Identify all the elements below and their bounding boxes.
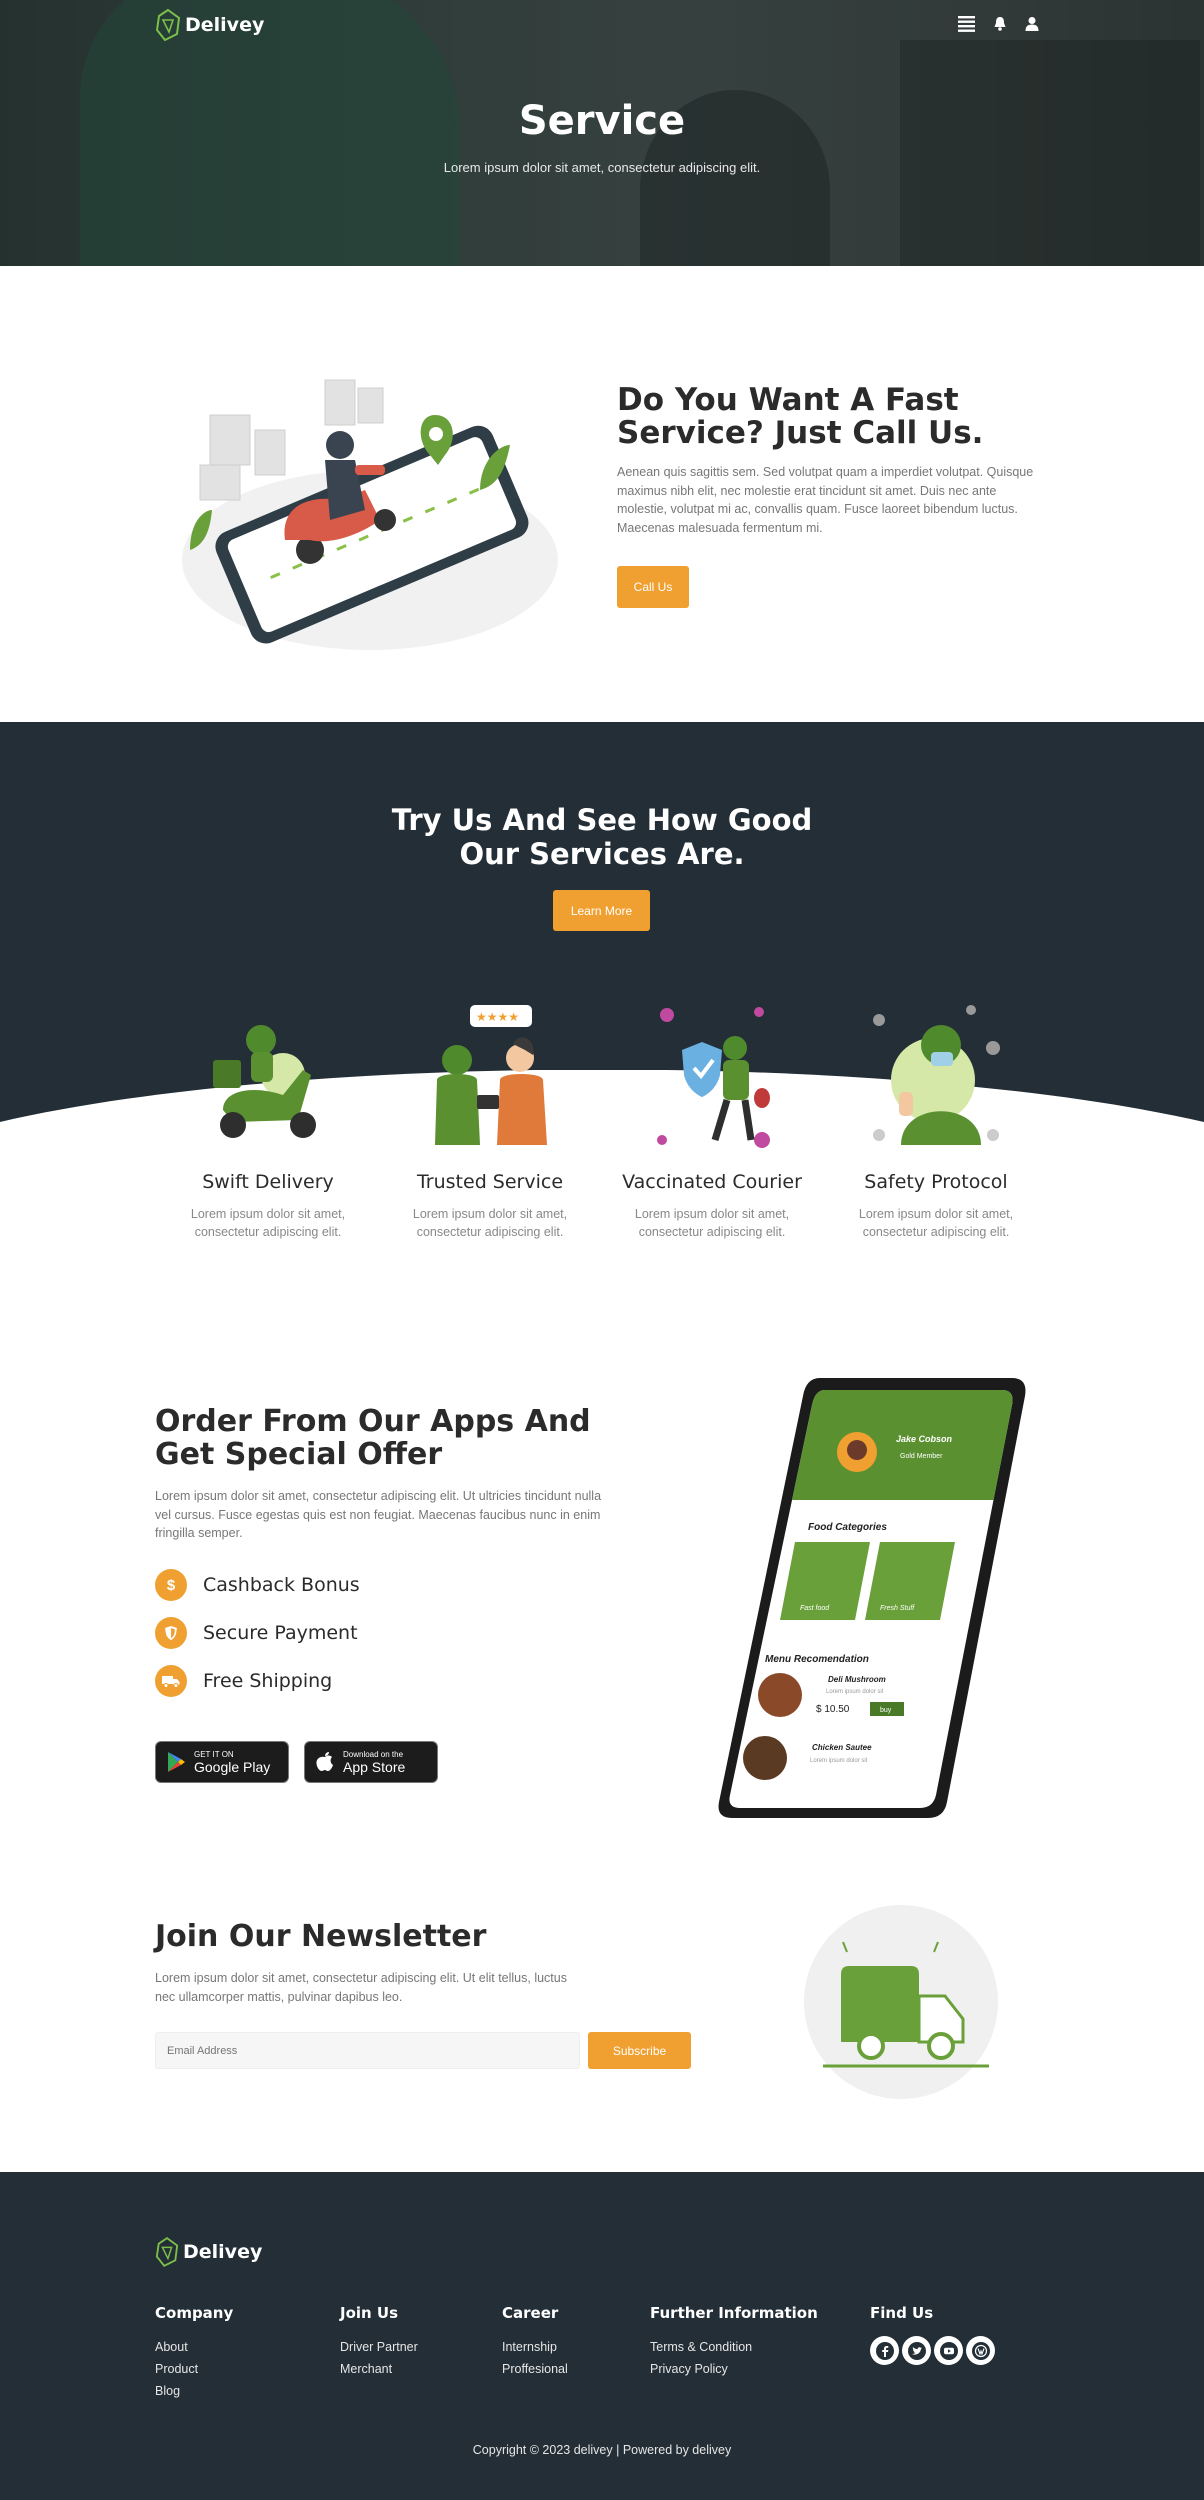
brand-name: Delivey	[185, 14, 265, 36]
google-play-icon	[168, 1752, 185, 1772]
apple-icon	[316, 1752, 333, 1771]
phone-category-fastfood: Fast food	[800, 1605, 830, 1612]
feature-title: Vaccinated Courier	[622, 1171, 802, 1193]
brand-name: Delivey	[183, 2241, 263, 2263]
header-logo[interactable]: Delivey	[155, 8, 264, 42]
newsletter-text: Lorem ipsum dolor sit amet, consectetur …	[155, 1971, 567, 2004]
call-section-text: Aenean quis sagittis sem. Sed volutpat q…	[617, 465, 1034, 535]
phone-user-name: Jake Cobson	[896, 1434, 953, 1444]
copyright-text: Copyright © 2023 delivey | Powered by de…	[472, 2443, 732, 2457]
masked-courier-illustration	[873, 1005, 1000, 1145]
dollar-icon: $	[155, 1569, 187, 1601]
feature-text: Lorem ipsum dolor sit amet, consectetur …	[858, 1207, 1014, 1239]
shield-icon	[155, 1617, 187, 1649]
phone-app-mockup: Jake Cobson Gold Member Food Categories …	[700, 1370, 1040, 1825]
feature-title: Swift Delivery	[202, 1171, 334, 1193]
handover-illustration: ★★★★	[435, 1005, 547, 1145]
footer-link[interactable]: Terms & Condition	[650, 2336, 818, 2358]
footer-link[interactable]: About	[155, 2336, 233, 2358]
user-icon[interactable]	[1025, 16, 1039, 36]
footer-logo[interactable]: Delivey	[155, 2236, 262, 2268]
twitter-icon[interactable]	[902, 2336, 931, 2365]
footer-col-company: Company About Product Blog	[155, 2304, 233, 2402]
google-play-button[interactable]: GET IT ON Google Play	[155, 1741, 289, 1783]
learn-more-button[interactable]: Learn More	[553, 890, 650, 931]
feature-title: Trusted Service	[416, 1171, 564, 1193]
scooter-delivery-illustration	[180, 370, 560, 665]
footer-link[interactable]: Proffesional	[502, 2358, 568, 2380]
footer-link[interactable]: Internship	[502, 2336, 568, 2358]
feature-vaccinated-courier: Vaccinated Courier Lorem ipsum dolor sit…	[622, 1000, 802, 1241]
youtube-icon[interactable]	[934, 2336, 963, 2365]
footer-col-find-us: Find Us	[870, 2304, 995, 2365]
delivery-truck-illustration	[803, 1904, 999, 2105]
app-store-button[interactable]: Download on the App Store	[304, 1741, 438, 1783]
footer-link[interactable]: Product	[155, 2358, 233, 2380]
phone-item-price: $ 10.50	[816, 1704, 850, 1715]
phone-category-fresh: Fresh Stuff	[880, 1605, 915, 1612]
phone-menu-title: Menu Recomendation	[765, 1654, 869, 1665]
call-section-title: Do You Want A Fast Service? Just Call Us…	[617, 382, 984, 451]
app-section-text: Lorem ipsum dolor sit amet, consectetur …	[155, 1489, 602, 1540]
phone-item-name: Chicken Sautee	[812, 1743, 872, 1752]
perk-secure-payment: Secure Payment	[155, 1617, 358, 1649]
footer-col-join-us: Join Us Driver Partner Merchant	[340, 2304, 418, 2380]
wordpress-icon[interactable]	[966, 2336, 995, 2365]
courier-scooter-illustration	[213, 1025, 316, 1138]
hero-subtitle: Lorem ipsum dolor sit amet, consectetur …	[443, 160, 761, 175]
footer-col-further-information: Further Information Terms & Condition Pr…	[650, 2304, 818, 2380]
logo-icon	[155, 2237, 179, 2268]
newsletter-title: Join Our Newsletter	[155, 1919, 487, 1954]
app-section-title: Order From Our Apps And Get Special Offe…	[155, 1404, 591, 1472]
facebook-icon[interactable]	[870, 2336, 899, 2365]
footer-link[interactable]: Driver Partner	[340, 2336, 418, 2358]
phone-item-desc: Lorem ipsum dolor sit	[826, 1689, 884, 1695]
phone-item-name: Deli Mushroom	[828, 1675, 886, 1684]
page-title: Service	[518, 98, 686, 144]
call-us-button[interactable]: Call Us	[617, 566, 689, 608]
footer-col-career: Career Internship Proffesional	[502, 2304, 568, 2380]
perk-free-shipping: Free Shipping	[155, 1665, 332, 1697]
header-nav	[958, 15, 1039, 37]
footer-link[interactable]: Privacy Policy	[650, 2358, 818, 2380]
services-title: Try Us And See How Good Our Services Are…	[391, 803, 813, 871]
feature-text: Lorem ipsum dolor sit amet, consectetur …	[190, 1207, 346, 1239]
feature-swift-delivery: Swift Delivery Lorem ipsum dolor sit ame…	[178, 1000, 358, 1241]
bell-icon[interactable]	[993, 16, 1007, 36]
feature-text: Lorem ipsum dolor sit amet, consectetur …	[634, 1207, 790, 1239]
feature-title: Safety Protocol	[864, 1171, 1008, 1193]
shield-courier-illustration	[657, 1007, 770, 1148]
feature-safety-protocol: Safety Protocol Lorem ipsum dolor sit am…	[846, 1000, 1026, 1241]
subscribe-button[interactable]: Subscribe	[588, 2032, 691, 2069]
phone-categories-title: Food Categories	[808, 1522, 887, 1533]
perk-cashback: $ Cashback Bonus	[155, 1569, 360, 1601]
feature-text: Lorem ipsum dolor sit amet, consectetur …	[412, 1207, 568, 1239]
phone-member-tier: Gold Member	[900, 1453, 943, 1460]
menu-list-icon[interactable]	[958, 15, 975, 37]
svg-text:★★★★: ★★★★	[476, 1010, 519, 1024]
footer-link[interactable]: Merchant	[340, 2358, 418, 2380]
logo-icon	[155, 8, 181, 42]
footer-link[interactable]: Blog	[155, 2380, 233, 2402]
phone-item-desc: Lorem ipsum dolor sit	[810, 1758, 868, 1764]
email-field[interactable]	[155, 2032, 580, 2069]
phone-buy-button: buy	[880, 1707, 892, 1714]
truck-icon	[155, 1665, 187, 1697]
feature-trusted-service: ★★★★ Trusted Service Lorem ipsum dolor s…	[400, 1000, 580, 1241]
